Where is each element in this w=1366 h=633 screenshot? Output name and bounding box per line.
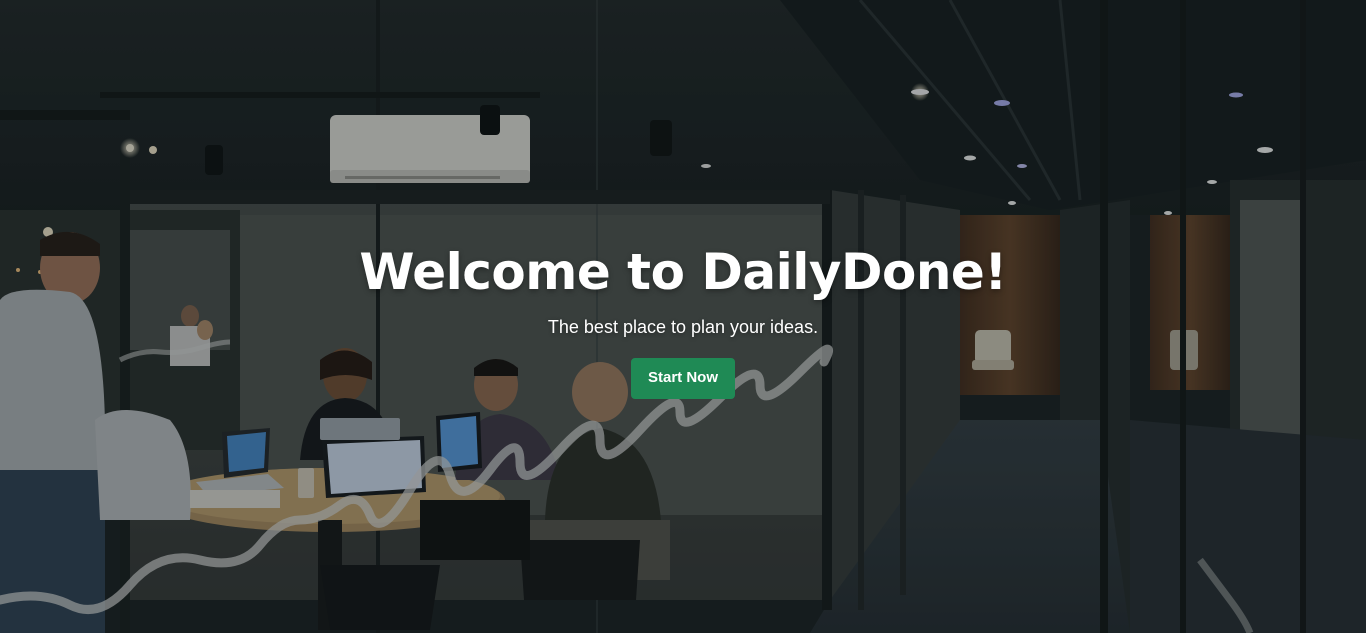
hero-title: Welcome to DailyDone! bbox=[359, 243, 1007, 301]
hero-content: Welcome to DailyDone! The best place to … bbox=[0, 236, 1366, 399]
start-now-button[interactable]: Start Now bbox=[630, 358, 735, 399]
hero-subtitle: The best place to plan your ideas. bbox=[547, 317, 819, 337]
hero-section: Welcome to DailyDone! The best place to … bbox=[0, 0, 1366, 633]
